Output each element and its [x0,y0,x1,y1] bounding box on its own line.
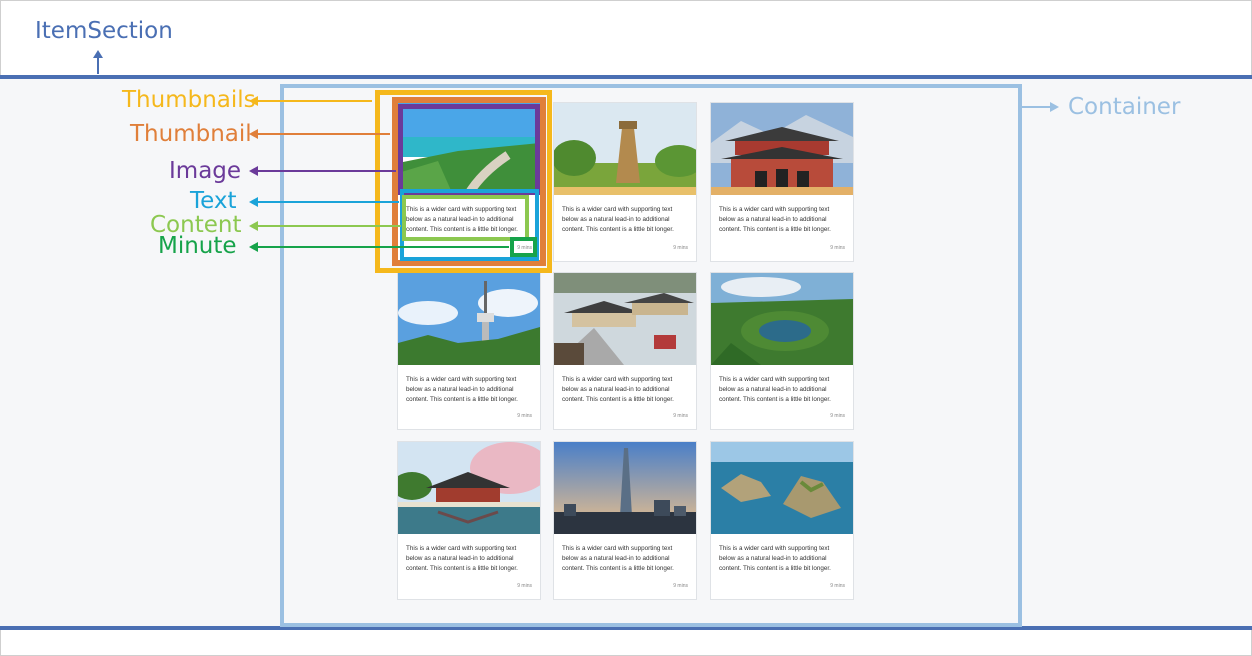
pavilion-blossom-icon [398,442,540,534]
item-section-label: ItemSection [35,18,173,44]
card[interactable]: This is a wider card with supporting tex… [710,102,854,262]
card-minute: 9 mins [517,413,532,419]
card-content: This is a wider card with supporting tex… [562,545,674,572]
card[interactable]: This is a wider card with supporting tex… [397,441,541,600]
card[interactable]: This is a wider card with supporting tex… [710,272,854,430]
card-image [554,103,696,195]
image-label: Image [169,158,242,184]
card-minute: 9 mins [673,245,688,251]
crater-lake-icon [711,273,853,365]
minute-label: Minute [158,233,237,259]
card[interactable]: This is a wider card with supporting tex… [397,272,541,430]
card-image [711,273,853,365]
item-section-top-border [0,75,1252,79]
card-image [398,442,540,534]
text-label: Text [190,188,237,214]
card-image [711,103,853,195]
container-label: Container [1068,94,1181,120]
card-content: This is a wider card with supporting tex… [406,376,518,403]
content-highlight [402,195,529,241]
card-minute: 9 mins [517,583,532,589]
thumbnail-label: Thumbnail [130,121,252,147]
card-content: This is a wider card with supporting tex… [719,545,831,572]
card-content: This is a wider card with supporting tex… [719,376,831,403]
minute-highlight [510,237,537,257]
card[interactable]: This is a wider card with supporting tex… [553,102,697,262]
card-minute: 9 mins [673,413,688,419]
card-content: This is a wider card with supporting tex… [562,206,674,233]
card-minute: 9 mins [830,583,845,589]
card-image [554,442,696,534]
skyscraper-city-icon [554,442,696,534]
card-minute: 9 mins [673,583,688,589]
card-content: This is a wider card with supporting tex… [406,545,518,572]
image-highlight [398,104,540,195]
card-content: This is a wider card with supporting tex… [719,206,831,233]
card-minute: 9 mins [830,413,845,419]
hanok-village-icon [554,273,696,365]
stone-observatory-icon [554,103,696,195]
tower-sky-icon [398,273,540,365]
rocky-islets-icon [711,442,853,534]
thumbnails-label: Thumbnails [122,87,256,113]
card[interactable]: This is a wider card with supporting tex… [553,441,697,600]
card-content: This is a wider card with supporting tex… [562,376,674,403]
card[interactable]: This is a wider card with supporting tex… [553,272,697,430]
card[interactable]: This is a wider card with supporting tex… [710,441,854,600]
card-image [554,273,696,365]
card-image [711,442,853,534]
card-image [398,273,540,365]
palace-gate-icon [711,103,853,195]
card-minute: 9 mins [830,245,845,251]
